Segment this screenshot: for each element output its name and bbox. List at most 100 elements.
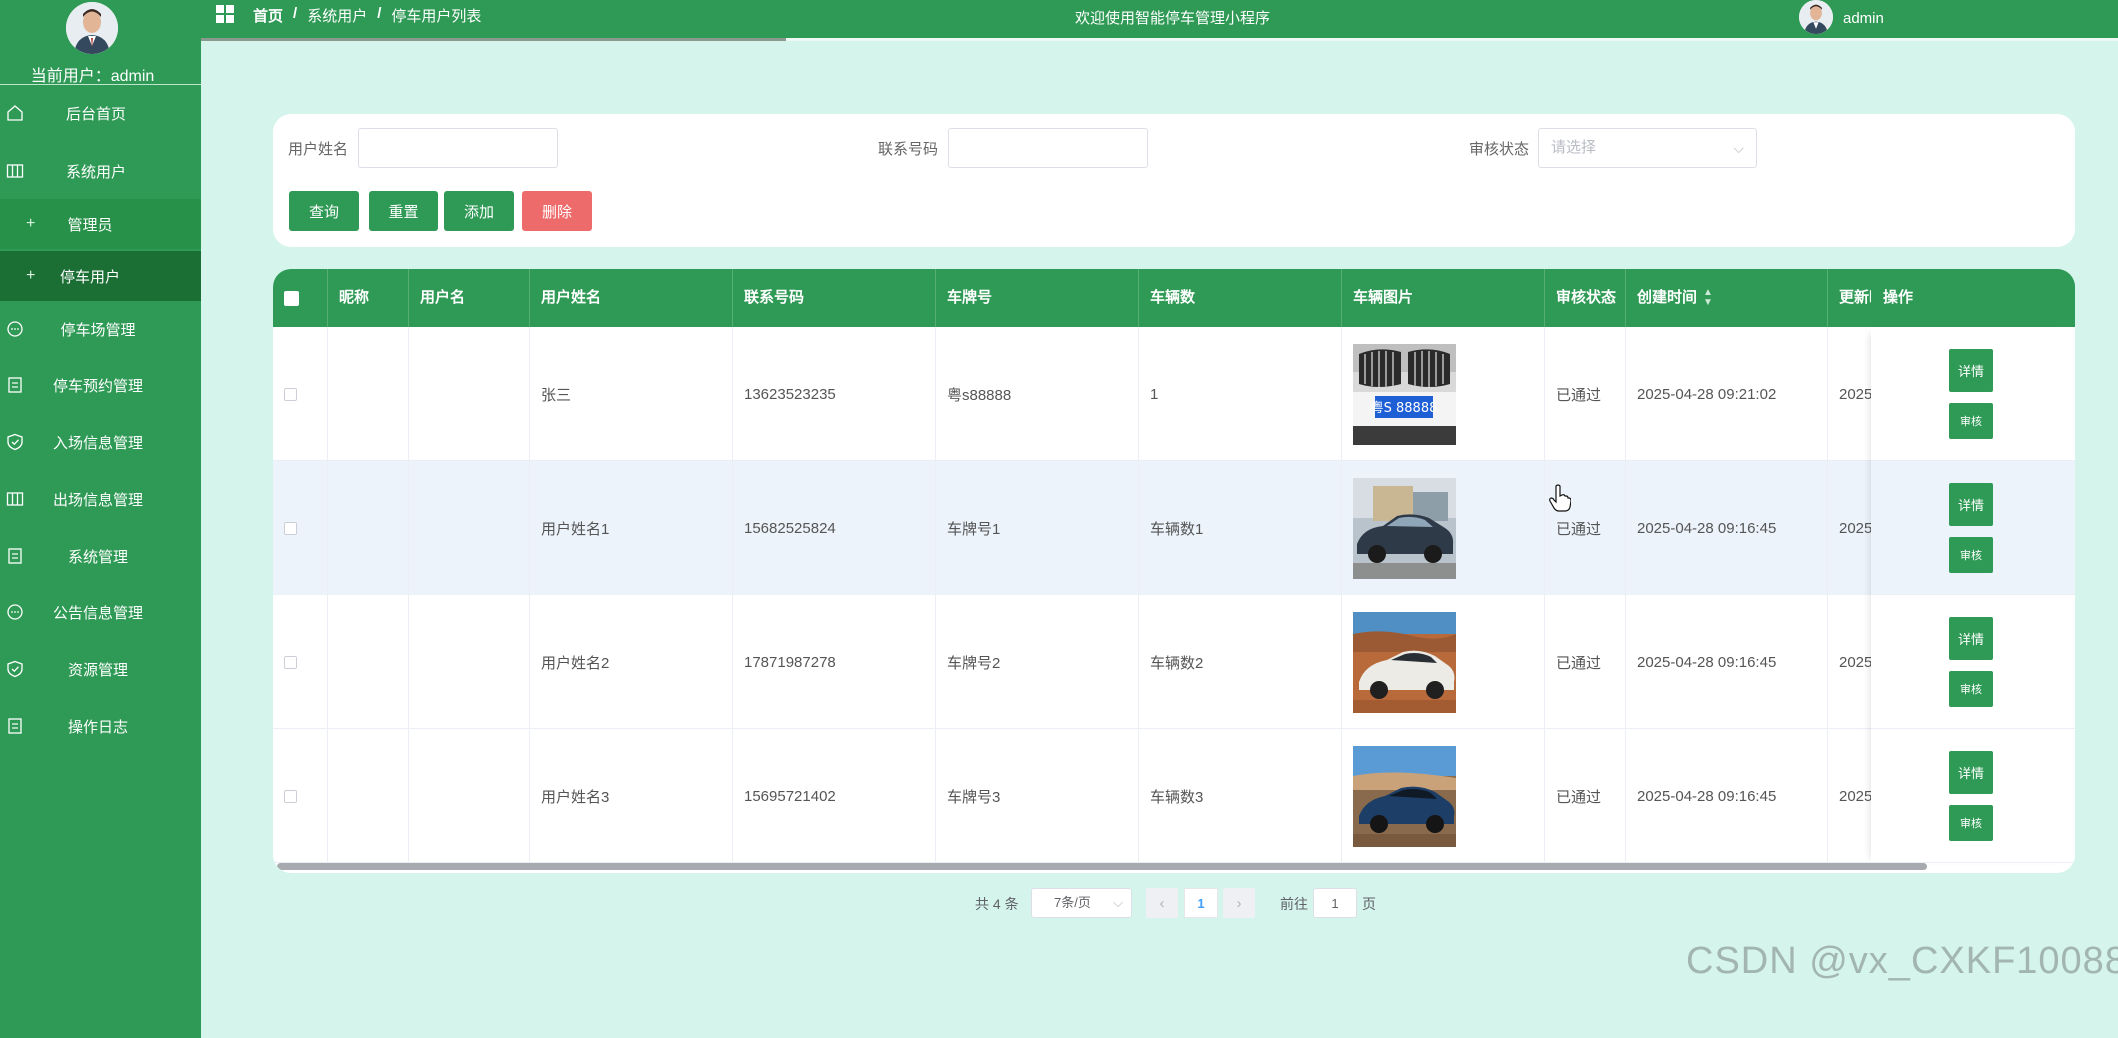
- horizontal-scrollbar[interactable]: [277, 863, 1927, 870]
- cell-image: 粤S 88888: [1342, 327, 1545, 461]
- page-size-select[interactable]: 7条/页 ⌵: [1031, 888, 1132, 918]
- menu-item-resources[interactable]: 资源管理: [0, 644, 201, 694]
- goto-page-input[interactable]: 1: [1313, 888, 1357, 918]
- plate-text: 粤S 88888: [1371, 400, 1438, 416]
- delete-button[interactable]: 删除: [522, 191, 592, 231]
- page-number-current[interactable]: 1: [1184, 888, 1218, 918]
- menu-item-label: 停车场管理: [60, 321, 136, 339]
- table-row[interactable]: 张三 13623523235 粤s88888 1 粤S 88888 已通过 20…: [273, 327, 2075, 461]
- cell-status: 已通过: [1545, 595, 1626, 729]
- top-avatar[interactable]: [1799, 0, 1833, 34]
- row-select-cell[interactable]: [273, 327, 328, 461]
- menu-item-reservation[interactable]: 停车预约管理: [0, 360, 201, 410]
- cell-status: 已通过: [1545, 729, 1626, 863]
- table-row[interactable]: 用户姓名1 15682525824 车牌号1 车辆数1 已通过 2025-04-…: [273, 461, 2075, 595]
- loading-bar: [201, 38, 786, 41]
- status-select[interactable]: 请选择 ⌵: [1538, 128, 1757, 168]
- chevron-right-icon: ›: [1236, 894, 1242, 912]
- grid-menu-icon[interactable]: [215, 4, 235, 24]
- pagination-total: 共 4 条: [975, 896, 1019, 912]
- menu-item-label: 管理员: [67, 216, 113, 234]
- header-created[interactable]: 创建时间 ▲ ▼: [1626, 269, 1828, 327]
- actions-cell: 详情 审核: [1871, 327, 2075, 461]
- user-avatar[interactable]: [66, 2, 118, 54]
- row-checkbox[interactable]: [284, 789, 297, 803]
- shield-check-icon: [7, 660, 23, 678]
- row-select-cell[interactable]: [273, 729, 328, 863]
- chat-icon: [7, 321, 23, 337]
- name-label: 用户姓名: [288, 141, 349, 158]
- cell-name: 张三: [530, 327, 733, 461]
- white-sportscar-photo[interactable]: [1353, 611, 1456, 713]
- audit-button[interactable]: 审核: [1949, 671, 1993, 707]
- detail-button[interactable]: 详情: [1949, 349, 1993, 392]
- cell-plate: 车牌号2: [936, 595, 1139, 729]
- audit-button[interactable]: 审核: [1949, 537, 1993, 573]
- cell-name: 用户姓名3: [530, 729, 733, 863]
- watermark: CSDN @vx_CXKF10088: [1686, 940, 2118, 982]
- menu-item-operation-log[interactable]: 操作日志: [0, 701, 201, 751]
- breadcrumb-system-users[interactable]: 系统用户: [307, 5, 367, 26]
- blue-sportscar-photo[interactable]: [1353, 745, 1456, 847]
- audit-button[interactable]: 审核: [1949, 403, 1993, 439]
- name-input[interactable]: [358, 128, 558, 168]
- next-page-button[interactable]: ›: [1223, 888, 1255, 918]
- menu-item-exit-info[interactable]: 出场信息管理: [0, 474, 201, 524]
- menu-item-parking-lot[interactable]: 停车场管理: [0, 304, 201, 354]
- cell-phone: 13623523235: [733, 327, 936, 461]
- header-status: 审核状态: [1545, 269, 1626, 327]
- breadcrumb-home[interactable]: 首页: [253, 5, 283, 26]
- plus-icon: +: [26, 215, 36, 232]
- cell-created: 2025-04-28 09:21:02: [1626, 327, 1828, 461]
- cell-name: 用户姓名2: [530, 595, 733, 729]
- sidebar: 当前用户：admin 后台首页 系统用户 + 管理员 + 停车用户 停车场管理 …: [0, 0, 201, 1038]
- chat-icon: [7, 604, 23, 620]
- top-username[interactable]: admin: [1843, 10, 1884, 27]
- sort-icon[interactable]: ▲ ▼: [1703, 288, 1713, 308]
- cell-username: [409, 729, 530, 863]
- cell-image: [1342, 461, 1545, 595]
- header-phone: 联系号码: [733, 269, 936, 327]
- detail-button[interactable]: 详情: [1949, 483, 1993, 526]
- cell-phone: 15695721402: [733, 729, 936, 863]
- cell-count: 1: [1139, 327, 1342, 461]
- detail-button[interactable]: 详情: [1949, 617, 1993, 660]
- table-row[interactable]: 用户姓名3 15695721402 车牌号3 车辆数3 已通过 2025-04-…: [273, 729, 2075, 863]
- row-checkbox[interactable]: [284, 655, 297, 669]
- table-row[interactable]: 用户姓名2 17871987278 车牌号2 车辆数2 已通过 2025-04-…: [273, 595, 2075, 729]
- breadcrumb: 首页 / 系统用户 / 停车用户列表: [253, 5, 481, 26]
- menu-item-label: 资源管理: [67, 661, 128, 679]
- cell-image: [1342, 729, 1545, 863]
- phone-input[interactable]: [948, 128, 1148, 168]
- detail-button[interactable]: 详情: [1949, 751, 1993, 794]
- cell-nickname: [328, 327, 409, 461]
- header-username: 用户名: [409, 269, 530, 327]
- prev-page-button[interactable]: ‹: [1146, 888, 1178, 918]
- home-icon: [7, 105, 23, 121]
- sedan-photo[interactable]: [1353, 477, 1456, 579]
- menu-item-label: 公告信息管理: [52, 604, 143, 622]
- menu-item-admin[interactable]: + 管理员: [0, 199, 201, 249]
- audit-button[interactable]: 审核: [1949, 805, 1993, 841]
- row-checkbox[interactable]: [284, 521, 297, 535]
- menu-item-entry-info[interactable]: 入场信息管理: [0, 417, 201, 467]
- add-button[interactable]: 添加: [444, 191, 514, 231]
- document-icon: [8, 548, 22, 564]
- menu-item-label: 停车预约管理: [52, 377, 143, 395]
- status-label: 审核状态: [1469, 141, 1530, 158]
- menu-item-home[interactable]: 后台首页: [0, 88, 201, 138]
- menu-item-system-users[interactable]: 系统用户: [0, 146, 201, 196]
- row-select-cell[interactable]: [273, 595, 328, 729]
- menu-item-notice[interactable]: 公告信息管理: [0, 587, 201, 637]
- select-all-checkbox[interactable]: [284, 291, 299, 306]
- row-select-cell[interactable]: [273, 461, 328, 595]
- actions-cell: 详情 审核: [1871, 595, 2075, 729]
- menu-item-parking-users[interactable]: + 停车用户: [0, 251, 201, 301]
- cell-plate: 车牌号1: [936, 461, 1139, 595]
- header-select-all[interactable]: [273, 269, 328, 327]
- reset-button[interactable]: 重置: [369, 191, 438, 231]
- menu-item-system-manage[interactable]: 系统管理: [0, 531, 201, 581]
- row-checkbox[interactable]: [284, 387, 297, 401]
- query-button[interactable]: 查询: [289, 191, 359, 231]
- car-front-photo[interactable]: 粤S 88888: [1353, 343, 1456, 445]
